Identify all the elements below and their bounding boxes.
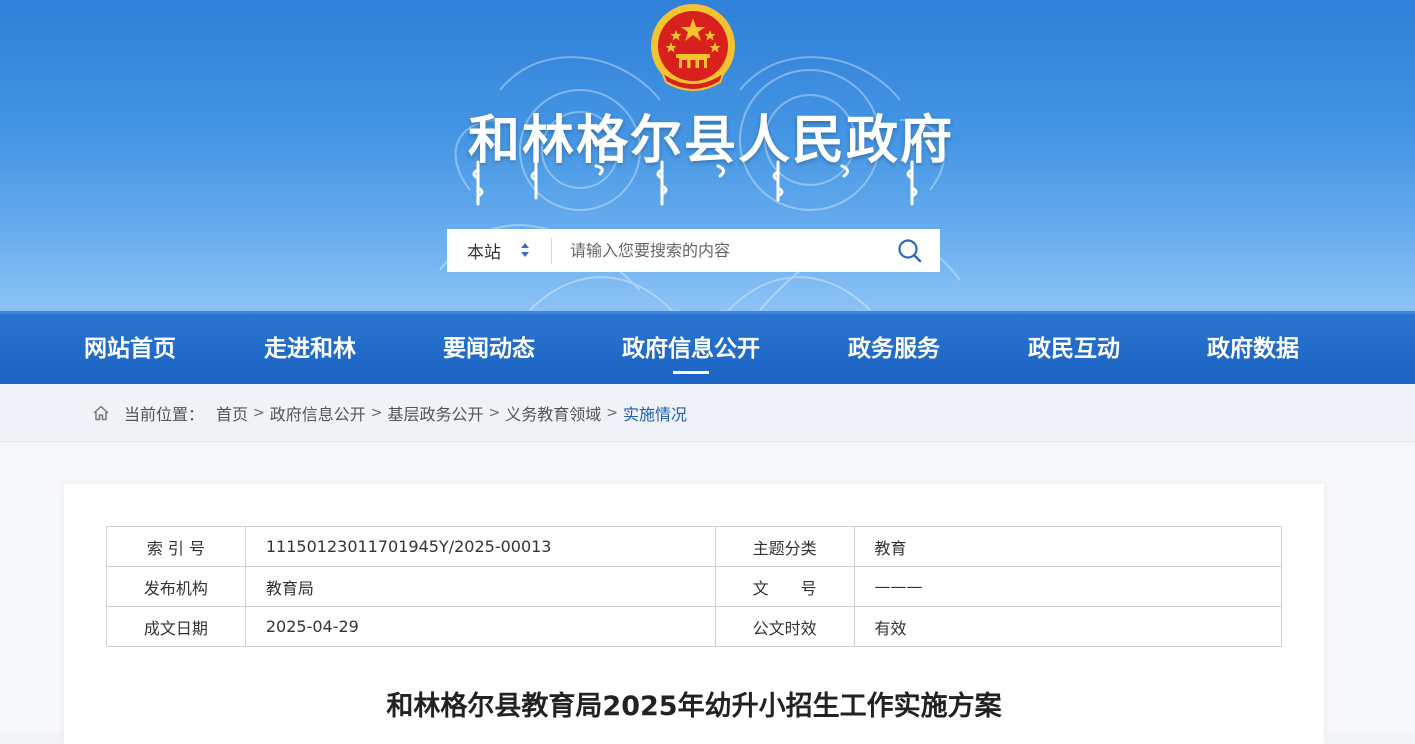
meta-label-validity: 公文时效 — [714, 606, 855, 647]
table-row: 索 引 号 11150123011701945Y/2025-00013 主题分类… — [106, 526, 1283, 567]
nav-item-services[interactable]: 政务服务 — [848, 314, 940, 384]
breadcrumb-grassroots[interactable]: 基层政务公开 — [388, 401, 484, 425]
breadcrumb-compulsory-edu[interactable]: 义务教育领域 — [505, 401, 601, 425]
search-scope-label: 本站 — [467, 243, 501, 263]
meta-table: 索 引 号 11150123011701945Y/2025-00013 主题分类… — [106, 526, 1283, 647]
breadcrumb-gov-info[interactable]: 政府信息公开 — [270, 401, 366, 425]
nav-item-gov-info[interactable]: 政府信息公开 — [622, 314, 760, 384]
meta-value-doc-number: ——— — [853, 566, 1283, 607]
breadcrumb-separator: > — [370, 405, 383, 421]
mongolian-script-logo — [472, 160, 918, 206]
sort-arrows-icon — [521, 243, 529, 257]
meta-value-category: 教育 — [853, 526, 1283, 567]
search-icon — [898, 238, 922, 262]
meta-label-date: 成文日期 — [106, 606, 246, 647]
search-input[interactable] — [552, 229, 880, 272]
meta-value-index: 11150123011701945Y/2025-00013 — [244, 526, 716, 567]
meta-label-index: 索 引 号 — [106, 526, 246, 567]
breadcrumb-home[interactable]: 首页 — [216, 401, 248, 425]
table-row: 成文日期 2025-04-29 公文时效 有效 — [106, 606, 1283, 647]
site-header: 和林格尔县人民政府 本站 — [0, 0, 1415, 311]
breadcrumb-separator: > — [488, 405, 501, 421]
nav-item-news[interactable]: 要闻动态 — [443, 314, 535, 384]
breadcrumb: 当前位置： 首页 > 政府信息公开 > 基层政务公开 > 义务教育领域 > 实施… — [92, 384, 687, 442]
meta-label-doc-number: 文 号 — [714, 566, 855, 607]
article-card: 索 引 号 11150123011701945Y/2025-00013 主题分类… — [64, 484, 1324, 744]
breadcrumb-current[interactable]: 实施情况 — [623, 401, 687, 425]
search-button[interactable] — [880, 229, 940, 272]
national-emblem-icon — [651, 4, 735, 91]
nav-item-about[interactable]: 走进和林 — [264, 314, 356, 384]
content-area: 索 引 号 11150123011701945Y/2025-00013 主题分类… — [0, 442, 1415, 744]
main-nav: 网站首页 走进和林 要闻动态 政府信息公开 政务服务 政民互动 政府数据 — [0, 311, 1415, 384]
breadcrumb-bar: 当前位置： 首页 > 政府信息公开 > 基层政务公开 > 义务教育领域 > 实施… — [0, 384, 1415, 442]
breadcrumb-prefix: 当前位置： — [124, 405, 205, 424]
breadcrumb-separator: > — [606, 405, 619, 421]
article-title: 和林格尔县教育局2025年幼升小招生工作实施方案 — [386, 691, 1002, 722]
breadcrumb-separator: > — [253, 405, 265, 421]
nav-item-interaction[interactable]: 政民互动 — [1028, 314, 1120, 384]
meta-label-category: 主题分类 — [714, 526, 855, 567]
meta-value-validity: 有效 — [853, 606, 1283, 647]
nav-item-home[interactable]: 网站首页 — [84, 314, 176, 384]
table-row: 发布机构 教育局 文 号 ——— — [106, 566, 1283, 607]
meta-value-date: 2025-04-29 — [244, 606, 716, 647]
search-box: 本站 — [447, 229, 940, 272]
nav-item-gov-data[interactable]: 政府数据 — [1207, 314, 1299, 384]
home-icon — [92, 404, 110, 422]
search-scope-select[interactable]: 本站 — [447, 229, 551, 272]
meta-value-publisher: 教育局 — [244, 566, 716, 607]
meta-label-publisher: 发布机构 — [106, 566, 246, 607]
